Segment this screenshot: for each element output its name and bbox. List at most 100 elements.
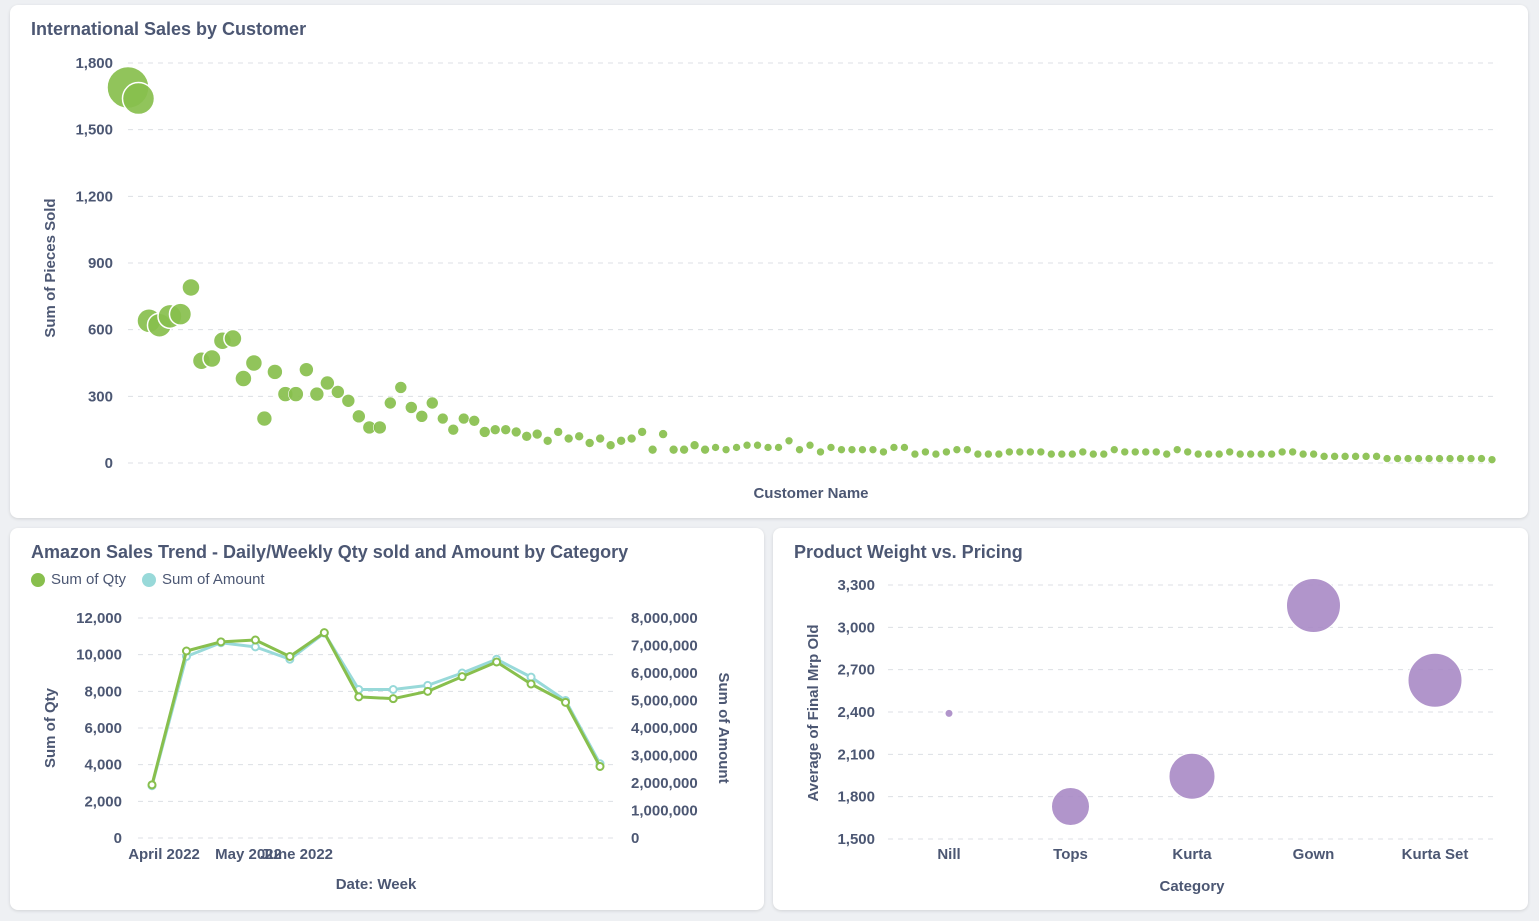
data-point[interactable]	[553, 427, 563, 437]
data-point[interactable]	[658, 429, 668, 439]
data-point[interactable]	[732, 443, 741, 452]
data-point[interactable]	[1319, 452, 1329, 461]
data-point[interactable]	[1162, 449, 1172, 459]
data-point[interactable]	[436, 412, 449, 425]
data-point[interactable]	[626, 433, 637, 444]
data-point[interactable]	[234, 369, 253, 388]
data-point[interactable]	[354, 692, 364, 702]
data-point[interactable]	[1361, 452, 1371, 461]
data-point[interactable]	[1214, 449, 1224, 459]
data-point[interactable]	[616, 435, 626, 446]
data-point[interactable]	[526, 679, 536, 689]
data-point[interactable]	[531, 428, 543, 440]
data-point[interactable]	[900, 443, 909, 452]
data-point[interactable]	[1372, 452, 1381, 461]
data-point[interactable]	[216, 637, 226, 647]
data-point[interactable]	[1277, 447, 1287, 457]
data-point[interactable]	[1407, 652, 1463, 708]
data-point[interactable]	[352, 409, 366, 424]
data-point[interactable]	[457, 412, 470, 425]
data-point[interactable]	[521, 431, 533, 442]
data-point[interactable]	[1151, 447, 1161, 457]
data-point[interactable]	[963, 445, 972, 454]
data-point[interactable]	[1225, 447, 1234, 457]
data-point[interactable]	[223, 328, 243, 349]
data-point[interactable]	[563, 433, 574, 444]
data-point[interactable]	[384, 396, 397, 410]
data-point[interactable]	[1120, 447, 1130, 457]
data-point[interactable]	[1445, 454, 1455, 463]
data-point[interactable]	[181, 646, 191, 656]
data-point[interactable]	[942, 447, 951, 457]
data-point[interactable]	[1036, 447, 1046, 457]
data-point[interactable]	[1026, 447, 1035, 457]
data-point[interactable]	[250, 635, 260, 645]
data-point[interactable]	[1435, 454, 1444, 463]
data-point[interactable]	[1109, 445, 1119, 454]
data-point[interactable]	[1466, 454, 1476, 463]
data-point[interactable]	[331, 385, 345, 399]
data-point[interactable]	[1393, 454, 1402, 463]
data-point[interactable]	[1309, 449, 1318, 459]
data-point[interactable]	[1256, 449, 1266, 459]
data-point[interactable]	[1340, 452, 1350, 461]
data-point[interactable]	[1099, 449, 1109, 459]
data-point[interactable]	[478, 426, 491, 438]
data-point[interactable]	[595, 762, 605, 771]
data-point[interactable]	[202, 348, 222, 369]
data-point[interactable]	[244, 353, 264, 373]
data-point[interactable]	[1424, 454, 1434, 463]
data-point[interactable]	[605, 440, 616, 451]
data-point[interactable]	[952, 445, 962, 454]
data-point[interactable]	[847, 445, 857, 454]
data-point[interactable]	[774, 443, 783, 452]
data-point[interactable]	[1477, 454, 1486, 463]
data-point[interactable]	[181, 277, 201, 298]
data-point[interactable]	[1246, 449, 1255, 459]
data-point[interactable]	[121, 81, 156, 116]
data-point[interactable]	[868, 445, 878, 454]
data-point[interactable]	[423, 686, 433, 696]
data-point[interactable]	[285, 652, 295, 661]
data-point[interactable]	[1141, 447, 1151, 457]
data-point[interactable]	[595, 433, 605, 444]
data-point[interactable]	[341, 393, 356, 408]
data-point[interactable]	[299, 362, 314, 377]
data-point[interactable]	[388, 685, 398, 694]
data-point[interactable]	[561, 697, 571, 707]
data-point[interactable]	[1183, 447, 1193, 457]
data-point[interactable]	[637, 427, 647, 437]
data-point[interactable]	[373, 420, 387, 435]
data-point[interactable]	[973, 449, 983, 459]
data-point[interactable]	[1015, 447, 1025, 457]
data-point[interactable]	[1267, 449, 1276, 459]
data-point[interactable]	[1487, 455, 1497, 464]
data-point[interactable]	[1204, 449, 1214, 459]
data-point[interactable]	[994, 449, 1004, 459]
data-point[interactable]	[394, 381, 408, 394]
data-point[interactable]	[404, 401, 418, 414]
data-point[interactable]	[1047, 449, 1056, 459]
data-point[interactable]	[500, 424, 512, 435]
data-point[interactable]	[700, 444, 710, 455]
data-point[interactable]	[837, 445, 846, 454]
data-point[interactable]	[288, 386, 304, 402]
data-point[interactable]	[1172, 445, 1182, 454]
data-point[interactable]	[826, 443, 836, 452]
data-point[interactable]	[510, 426, 522, 438]
data-point[interactable]	[1005, 447, 1014, 457]
data-point[interactable]	[1078, 447, 1088, 457]
data-point[interactable]	[1130, 447, 1140, 457]
data-point[interactable]	[584, 438, 595, 448]
data-point[interactable]	[388, 694, 398, 704]
data-point[interactable]	[784, 436, 794, 446]
data-point[interactable]	[447, 423, 460, 436]
data-point[interactable]	[1414, 454, 1423, 463]
data-point[interactable]	[1330, 452, 1339, 461]
data-point[interactable]	[763, 443, 773, 452]
data-point[interactable]	[944, 708, 954, 718]
data-point[interactable]	[689, 440, 700, 451]
data-point[interactable]	[721, 445, 731, 454]
data-point[interactable]	[1193, 449, 1203, 459]
data-point[interactable]	[1235, 449, 1245, 459]
